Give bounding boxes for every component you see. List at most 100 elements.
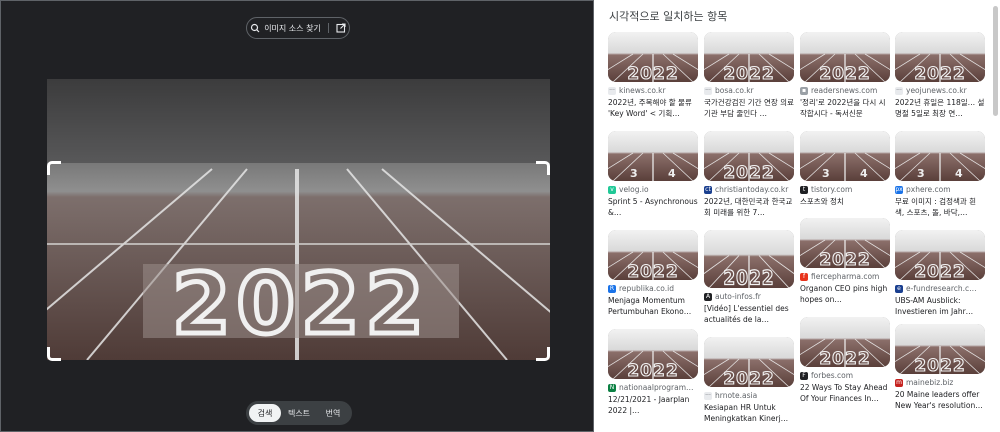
site-name: mainebiz.biz <box>906 378 954 387</box>
result-title-link[interactable]: Kesiapan HR Untuk Meningkatkan Kinerj… <box>704 402 794 424</box>
result-source[interactable]: m mainebiz.biz <box>895 378 985 387</box>
crop-handle-top-left[interactable] <box>47 161 61 175</box>
result-title-link[interactable]: 22 Ways To Stay Ahead Of Your Finances I… <box>800 382 890 404</box>
crop-handle-top-right[interactable] <box>536 161 550 175</box>
result-thumbnail[interactable]: 2022 <box>895 230 985 280</box>
result-source[interactable]: ··· bosa.co.kr <box>704 86 794 95</box>
result-source[interactable]: ··· hrnote.asia <box>704 391 794 400</box>
result-source[interactable]: e e-fundresearch.c… <box>895 284 985 293</box>
site-favicon-icon: N <box>608 383 616 392</box>
tab-translate[interactable]: 번역 <box>317 404 349 422</box>
svg-text:2022: 2022 <box>627 262 678 280</box>
result-card[interactable]: 2022 ▪ readersnews.com '정리'로 2022년을 다시 시작합시… <box>800 32 890 119</box>
thumbnail-art: 2022 <box>704 230 794 288</box>
result-card[interactable]: 2022 Fforbes.com 22 Ways To Stay Ahead Of … <box>800 317 890 404</box>
result-thumbnail[interactable]: 2022 <box>800 32 890 82</box>
site-name: forbes.com <box>811 371 853 380</box>
site-favicon-icon: e <box>895 284 903 293</box>
result-source[interactable]: ct christiantoday.co.kr <box>704 185 794 194</box>
result-card[interactable]: 3 4 v velog.io Sprint 5 - Asynchronous &… <box>608 131 698 218</box>
result-card[interactable]: 2022 ··· kinews.co.kr 2022년, 주목해야 할 물류 'Key… <box>608 32 698 119</box>
crop-handle-bottom-left[interactable] <box>47 347 61 361</box>
scrollbar-thumb[interactable] <box>993 6 998 116</box>
result-source[interactable]: Fforbes.com <box>800 371 890 380</box>
result-card[interactable]: 2022 ··· bosa.co.kr 국가건강검진 기간 연장 의료기관 부담 줄인… <box>704 32 794 119</box>
scrollbar[interactable] <box>993 4 998 428</box>
result-source[interactable]: Nnationaalprogram… <box>608 383 698 392</box>
result-thumbnail[interactable]: 2022 <box>704 32 794 82</box>
result-thumbnail[interactable]: 2022 <box>704 131 794 181</box>
result-card[interactable]: 2022 ct christiantoday.co.kr 2022년, 대한민국과 한… <box>704 131 794 218</box>
site-name: velog.io <box>619 185 649 194</box>
svg-text:2022: 2022 <box>627 361 678 379</box>
result-card[interactable]: 2022 f fiercepharma.com Organon CEO pins hi… <box>800 218 890 305</box>
crop-handle-bottom-right[interactable] <box>536 347 550 361</box>
result-source[interactable]: ··· yeojunews.co.kr <box>895 86 985 95</box>
result-thumbnail[interactable]: 34 <box>608 131 698 181</box>
result-card[interactable]: 3 4 t tistory.com 스포츠와 정치 <box>800 131 890 218</box>
result-title-link[interactable]: 스포츠와 정치 <box>800 196 890 218</box>
result-title-link[interactable]: 12/21/2021 - Jaarplan 2022 |… <box>608 394 698 416</box>
tab-search[interactable]: 검색 <box>249 404 281 422</box>
result-source[interactable]: ··· kinews.co.kr <box>608 86 698 95</box>
result-title-link[interactable]: Menjaga Momentum Pertumbuhan Ekono… <box>608 295 698 317</box>
svg-text:3: 3 <box>630 167 638 180</box>
result-title-link[interactable]: UBS-AM Ausblick: Investieren im Jahr… <box>895 295 985 317</box>
thumbnail-art: 2022 <box>608 32 698 82</box>
site-favicon-icon: ··· <box>608 86 616 95</box>
result-source[interactable]: ▪ readersnews.com <box>800 86 890 95</box>
result-title-link[interactable]: 국가건강검진 기간 연장 의료기관 부담 줄인다 … <box>704 97 794 119</box>
result-thumbnail[interactable]: 2022 <box>800 317 890 367</box>
result-thumbnail[interactable]: 2022 <box>895 32 985 82</box>
result-thumbnail[interactable]: 2022 <box>895 324 985 374</box>
svg-text:2022: 2022 <box>914 64 965 82</box>
result-card[interactable]: 2022 e e-fundresearch.c… UBS-AM Ausblick: I… <box>895 230 985 317</box>
result-thumbnail[interactable]: 2022 <box>608 329 698 379</box>
lens-mode-tabs: 검색 텍스트 번역 <box>246 401 352 425</box>
result-source[interactable]: px pxhere.com <box>895 185 985 194</box>
result-card[interactable]: 2022 Aauto-infos.fr [Vidéo] L'essentiel de… <box>704 230 794 325</box>
svg-text:2022: 2022 <box>627 64 678 82</box>
result-title-link[interactable]: 무료 이미지 : 검정색과 흰색, 스포츠, 돌, 바닥,… <box>895 196 985 218</box>
find-image-source-label: 이미지 소스 찾기 <box>264 23 321 33</box>
thumbnail-art: 34 <box>895 131 985 181</box>
svg-text:2022: 2022 <box>723 267 774 288</box>
result-source[interactable]: t tistory.com <box>800 185 890 194</box>
result-title-link[interactable]: 2022년 휴일은 118일… 설명절 5일로 최장 연… <box>895 97 985 119</box>
result-card[interactable]: 2022 Rrepublika.co.id Menjaga Momentum Per… <box>608 230 698 317</box>
result-thumbnail[interactable]: 2022 <box>704 337 794 387</box>
result-title-link[interactable]: 20 Maine leaders offer New Year's resolu… <box>895 389 985 411</box>
result-thumbnail[interactable]: 2022 <box>608 230 698 280</box>
svg-text:2022: 2022 <box>723 369 774 387</box>
result-title-link[interactable]: 2022년, 대한민국과 한국교회 미래를 위한 7… <box>704 196 794 218</box>
result-card[interactable]: 2022 Nnationaalprogram… 12/21/2021 - Jaarp… <box>608 329 698 416</box>
result-title-link[interactable]: '정리'로 2022년을 다시 시작합시다 - 독서신문 <box>800 97 890 119</box>
thumbnail-art: 2022 <box>800 32 890 82</box>
result-source[interactable]: Rrepublika.co.id <box>608 284 698 293</box>
query-image[interactable]: 2022 <box>47 79 550 360</box>
result-source[interactable]: v velog.io <box>608 185 698 194</box>
result-title-link[interactable]: [Vidéo] L'essentiel des actualités de la… <box>704 303 794 325</box>
result-title-link[interactable]: Sprint 5 - Asynchronous &… <box>608 196 698 218</box>
result-thumbnail[interactable]: 2022 <box>800 218 890 268</box>
result-thumbnail[interactable]: 2022 <box>608 32 698 82</box>
tab-text[interactable]: 텍스트 <box>283 404 315 422</box>
result-source[interactable]: Aauto-infos.fr <box>704 292 794 301</box>
open-in-new-icon[interactable] <box>336 23 346 33</box>
svg-text:2022: 2022 <box>819 349 870 367</box>
site-name: hrnote.asia <box>715 391 758 400</box>
result-title-link[interactable]: Organon CEO pins high hopes on… <box>800 283 890 305</box>
result-card[interactable]: 2022 ··· yeojunews.co.kr 2022년 휴일은 118일… 설명… <box>895 32 985 119</box>
result-card[interactable]: 2022 ··· hrnote.asia Kesiapan HR Untuk Meni… <box>704 337 794 424</box>
result-title-link[interactable]: 2022년, 주목해야 할 물류 'Key Word' < 기획… <box>608 97 698 119</box>
result-card[interactable]: 2022 m mainebiz.biz 20 Maine leaders offer … <box>895 324 985 411</box>
result-thumbnail[interactable]: 34 <box>895 131 985 181</box>
result-thumbnail[interactable]: 34 <box>800 131 890 181</box>
site-name: nationaalprogram… <box>619 383 694 392</box>
site-name: kinews.co.kr <box>619 86 666 95</box>
find-image-source-button[interactable]: 이미지 소스 찾기 <box>246 17 350 39</box>
result-source[interactable]: f fiercepharma.com <box>800 272 890 281</box>
thumbnail-art: 34 <box>800 131 890 181</box>
result-card[interactable]: 3 4 px pxhere.com 무료 이미지 : 검정색과 흰색, 스포츠, 돌, … <box>895 131 985 218</box>
result-thumbnail[interactable]: 2022 <box>704 230 794 288</box>
